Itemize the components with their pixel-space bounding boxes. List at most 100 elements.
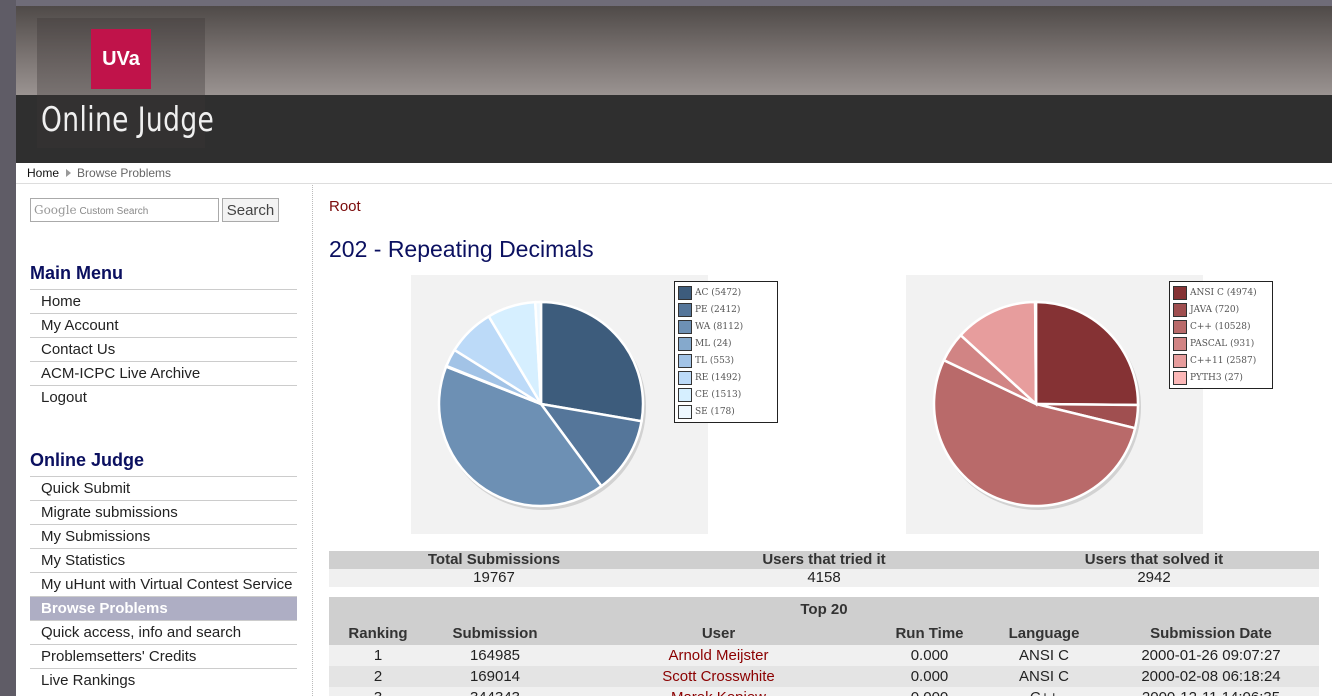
online-judge-menu-title: Online Judge: [30, 450, 145, 470]
menu-item-home[interactable]: Home: [30, 289, 297, 313]
menu-item-uhunt[interactable]: My uHunt with Virtual Contest Service: [30, 572, 297, 596]
legend-entry: SE (178): [678, 403, 774, 420]
search-brand: Google: [34, 203, 77, 217]
menu-item-browse-problems[interactable]: Browse Problems: [30, 596, 297, 620]
legend-entry: CE (1513): [678, 386, 774, 403]
cell-language: ANSI C: [1018, 647, 1069, 664]
menu-item-my-statistics[interactable]: My Statistics: [30, 548, 297, 572]
menu-item-logout[interactable]: Logout: [30, 385, 297, 409]
menu-item-problemsetters-credits[interactable]: Problemsetters' Credits: [30, 644, 297, 668]
verdict-chart-panel: [411, 275, 708, 534]
cell-date: 2000-12-11 14:06:35: [1103, 687, 1319, 696]
legend-swatch: [1173, 302, 1187, 317]
legend-entry: ML (24): [678, 335, 774, 352]
stats-header-row: Total Submissions Users that tried it Us…: [329, 551, 1319, 569]
table-row: 1 164985 Arnold Meijster 0.000 ANSI C 20…: [329, 645, 1319, 666]
legend-label: SE (178): [695, 406, 735, 417]
cell-user-link[interactable]: Arnold Meijster: [563, 645, 874, 666]
main-menu-title: Main Menu: [30, 263, 123, 283]
stats-header-total: Total Submissions: [427, 551, 561, 568]
table-row: 3 344343 Marek Kopiew 0.000 C++ 2000-12-…: [329, 687, 1319, 696]
top20-header-row: Ranking Submission User Run Time Languag…: [329, 622, 1319, 645]
legend-entry: PYTH3 (27): [1173, 369, 1269, 386]
problem-title: 202 - Repeating Decimals: [329, 236, 594, 262]
legend-entry: RE (1492): [678, 369, 774, 386]
legend-swatch: [1173, 336, 1187, 351]
legend-label: ML (24): [695, 338, 732, 349]
legend-swatch: [1173, 319, 1187, 334]
cell-submission: 169014: [469, 668, 521, 685]
pie-slice: [539, 300, 645, 423]
online-judge-menu-list: Quick Submit Migrate submissions My Subm…: [30, 476, 297, 692]
verdict-pie-chart: [437, 300, 646, 510]
legend-swatch: [678, 404, 692, 419]
cell-user-link[interactable]: Scott Crosswhite: [563, 666, 874, 687]
stats-tried-value: 4158: [807, 569, 841, 586]
stats-solved-value: 2942: [1137, 569, 1171, 586]
cell-date: 2000-01-26 09:07:27: [1141, 647, 1281, 664]
legend-swatch: [1173, 370, 1187, 385]
site-title[interactable]: Online Judge: [41, 100, 214, 140]
breadcrumb: Home Browse Problems: [16, 163, 1332, 184]
header-banner: [16, 0, 1332, 95]
cell-run-time: 0.000: [874, 687, 985, 696]
legend-entry: WA (8112): [678, 318, 774, 335]
legend-entry: ANSI C (4974): [1173, 284, 1269, 301]
legend-label: RE (1492): [695, 372, 742, 383]
uva-logo[interactable]: UVa: [91, 29, 151, 89]
legend-entry: PE (2412): [678, 301, 774, 318]
menu-item-quick-access[interactable]: Quick access, info and search: [30, 620, 297, 644]
sidebar: Google Custom Search Search Main Menu Ho…: [16, 185, 313, 696]
pie-slice: [1033, 300, 1038, 405]
legend-label: ANSI C (4974): [1190, 287, 1257, 298]
menu-item-live-archive[interactable]: ACM-ICPC Live Archive: [30, 361, 297, 385]
col-header-ranking: Ranking: [348, 625, 408, 642]
col-header-date: Submission Date: [1150, 625, 1272, 642]
menu-item-quick-submit[interactable]: Quick Submit: [30, 476, 297, 500]
search-button[interactable]: Search: [222, 198, 279, 222]
search-placeholder: Custom Search: [79, 206, 149, 217]
language-pie-chart: [932, 300, 1141, 510]
stats-value-row: 19767 4158 2942: [329, 569, 1319, 587]
menu-item-my-account[interactable]: My Account: [30, 313, 297, 337]
legend-swatch: [1173, 353, 1187, 368]
cell-run-time: 0.000: [910, 647, 949, 664]
breadcrumb-home[interactable]: Home: [27, 166, 59, 180]
legend-entry: C++11 (2587): [1173, 352, 1269, 369]
cell-date: 2000-02-08 06:18:24: [1141, 668, 1281, 685]
legend-swatch: [678, 353, 692, 368]
menu-item-my-submissions[interactable]: My Submissions: [30, 524, 297, 548]
cell-ranking: 2: [373, 668, 383, 685]
language-legend: ANSI C (4974) JAVA (720) C++ (10528) PASCAL…: [1169, 281, 1273, 389]
stats-header-solved: Users that solved it: [1084, 551, 1224, 568]
legend-swatch: [678, 370, 692, 385]
breadcrumb-current: Browse Problems: [77, 166, 172, 180]
stats-table: Total Submissions Users that tried it Us…: [329, 551, 1319, 587]
search-input[interactable]: Google Custom Search: [30, 198, 219, 222]
legend-swatch: [678, 387, 692, 402]
legend-label: TL (553): [695, 355, 735, 366]
cell-user-link[interactable]: Marek Kopiew: [563, 687, 874, 696]
root-link[interactable]: Root: [329, 198, 361, 215]
language-chart-panel: [906, 275, 1203, 534]
top20-title: Top 20: [329, 597, 1319, 622]
legend-entry: AC (5472): [678, 284, 774, 301]
legend-entry: PASCAL (931): [1173, 335, 1269, 352]
legend-label: C++11 (2587): [1190, 355, 1257, 366]
top20-table: Top 20 Ranking Submission User Run Time …: [329, 597, 1319, 696]
main-menu-list: Home My Account Contact Us ACM-ICPC Live…: [30, 289, 297, 409]
menu-item-contact-us[interactable]: Contact Us: [30, 337, 297, 361]
menu-item-live-rankings[interactable]: Live Rankings: [30, 668, 297, 692]
cell-ranking: 3: [329, 687, 427, 696]
cell-ranking: 1: [373, 647, 383, 664]
pie-slice: [1034, 300, 1140, 407]
menu-item-migrate-submissions[interactable]: Migrate submissions: [30, 500, 297, 524]
col-header-run-time: Run Time: [895, 625, 964, 642]
legend-swatch: [678, 285, 692, 300]
table-row: 2 169014 Scott Crosswhite 0.000 ANSI C 2…: [329, 666, 1319, 687]
cell-language: C++: [985, 687, 1103, 696]
legend-entry: TL (553): [678, 352, 774, 369]
cell-language: ANSI C: [1018, 668, 1069, 685]
legend-label: PASCAL (931): [1190, 338, 1255, 349]
legend-swatch: [678, 302, 692, 317]
